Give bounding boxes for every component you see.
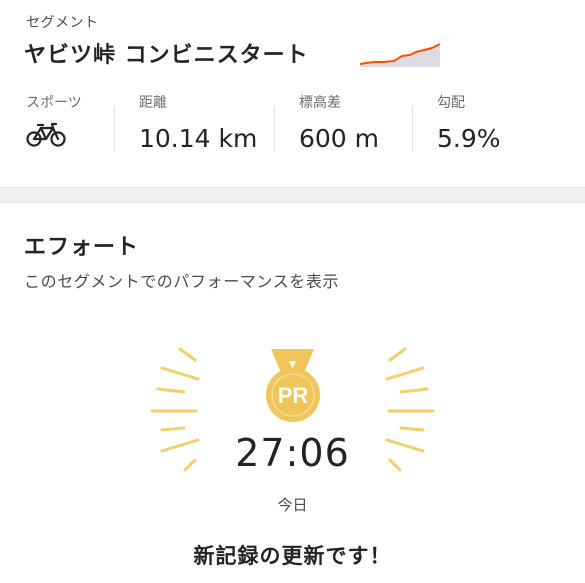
section-separator [0,187,585,203]
stat-distance-label: 距離 [139,95,167,111]
stat-sport: スポーツ [26,92,82,162]
stat-grade: 勾配 5.9% [437,92,501,162]
bicycle-icon [26,122,66,147]
stat-distance: 距離 10.14 km [139,92,257,162]
pr-badge-label: PR [278,383,309,408]
pr-message: 新記録の更新です！ [193,544,392,568]
effort-time: 27:06 [235,431,350,475]
effort-date: 今日 [277,496,308,514]
medal-icon: PR [266,349,320,422]
segment-effort-screen: セグメント ヤビツ峠 コンビニスタート スポーツ 距離 10.14 km 標高差… [0,0,585,583]
stat-elevation-value: 600 m [299,124,380,153]
stat-distance-value: 10.14 km [139,124,258,153]
stat-sport-label: スポーツ [26,95,82,111]
stat-grade-label: 勾配 [437,95,465,111]
stat-divider [114,106,115,152]
stat-divider [412,106,413,152]
stat-divider [274,106,275,152]
segment-stats-row: スポーツ 距離 10.14 km 標高差 600 m 勾配 5.9% [0,92,585,162]
elevation-profile-chart [359,43,441,67]
stat-elevation-label: 標高差 [299,95,341,111]
effort-title: エフォート [24,235,140,260]
segment-kicker-label: セグメント [26,15,99,31]
effort-subtitle: このセグメントでのパフォーマンスを表示 [24,272,340,291]
segment-title: ヤビツ峠 コンビニスタート [24,43,309,68]
stat-grade-value: 5.9% [437,124,501,153]
stat-elevation: 標高差 600 m [299,92,379,162]
elevation-profile-fill [360,44,440,67]
segment-summary-card: セグメント ヤビツ峠 コンビニスタート スポーツ 距離 10.14 km 標高差… [0,0,585,187]
